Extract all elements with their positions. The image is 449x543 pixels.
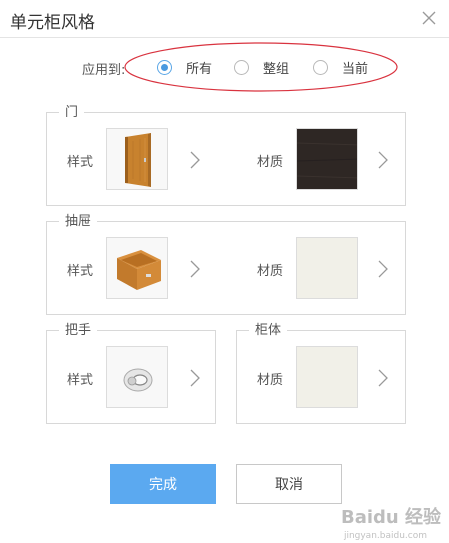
radio-apply-current[interactable]: 当前 [313,58,369,77]
door-material-thumbnail[interactable] [296,128,358,190]
wood-door-image [107,129,167,189]
wood-drawer-image [107,238,167,298]
door-style-chevron-right-icon[interactable] [189,150,201,170]
material-label: 材质 [257,155,284,170]
apply-to-label: 应用到: [82,63,126,78]
apply-to-row: 应用到: 所有 整组 当前 [0,50,449,84]
radio-indicator [234,59,249,75]
section-title: 门 [59,105,85,120]
section-drawer: 抽屉 样式 材质 [46,214,406,315]
drawer-material-thumbnail[interactable] [296,237,358,299]
light-swatch-image [297,238,357,298]
door-material-chevron-right-icon[interactable] [377,150,389,170]
done-button[interactable]: 完成 [110,464,216,504]
section-door: 门 样式 材质 [46,105,406,206]
material-label: 材质 [257,264,284,279]
knob-handle-image [107,347,167,407]
cancel-button[interactable]: 取消 [236,464,342,504]
style-label: 样式 [67,264,94,279]
baidu-watermark-url: jingyan.baidu.com [343,531,427,541]
cabinet-material-chevron-right-icon[interactable] [377,368,389,388]
handle-style-thumbnail[interactable] [106,346,168,408]
dialog-titlebar: 单元柜风格 [0,0,449,38]
dark-wood-swatch-image [297,129,357,189]
door-style-thumbnail[interactable] [106,128,168,190]
section-handle: 把手 样式 [46,323,216,424]
handle-style-chevron-right-icon[interactable] [189,368,201,388]
radio-label: 当前 [342,61,369,77]
close-icon[interactable] [421,10,437,26]
radio-apply-group[interactable]: 整组 [234,58,290,77]
section-title: 把手 [59,323,98,338]
radio-apply-all[interactable]: 所有 [157,58,213,77]
drawer-material-chevron-right-icon[interactable] [377,259,389,279]
material-label: 材质 [257,373,284,388]
section-cabinet: 柜体 材质 [236,323,406,424]
drawer-style-thumbnail[interactable] [106,237,168,299]
baidu-watermark: Baidu 经验 [340,507,441,528]
radio-indicator [157,59,172,75]
radio-label: 整组 [263,61,290,77]
section-title: 柜体 [249,323,288,338]
section-title: 抽屉 [59,214,98,229]
radio-indicator [313,59,328,75]
drawer-style-chevron-right-icon[interactable] [189,259,201,279]
style-label: 样式 [67,373,94,388]
light-swatch-image [297,347,357,407]
cabinet-material-thumbnail[interactable] [296,346,358,408]
style-label: 样式 [67,155,94,170]
dialog-title: 单元柜风格 [10,13,95,33]
radio-label: 所有 [186,61,213,77]
